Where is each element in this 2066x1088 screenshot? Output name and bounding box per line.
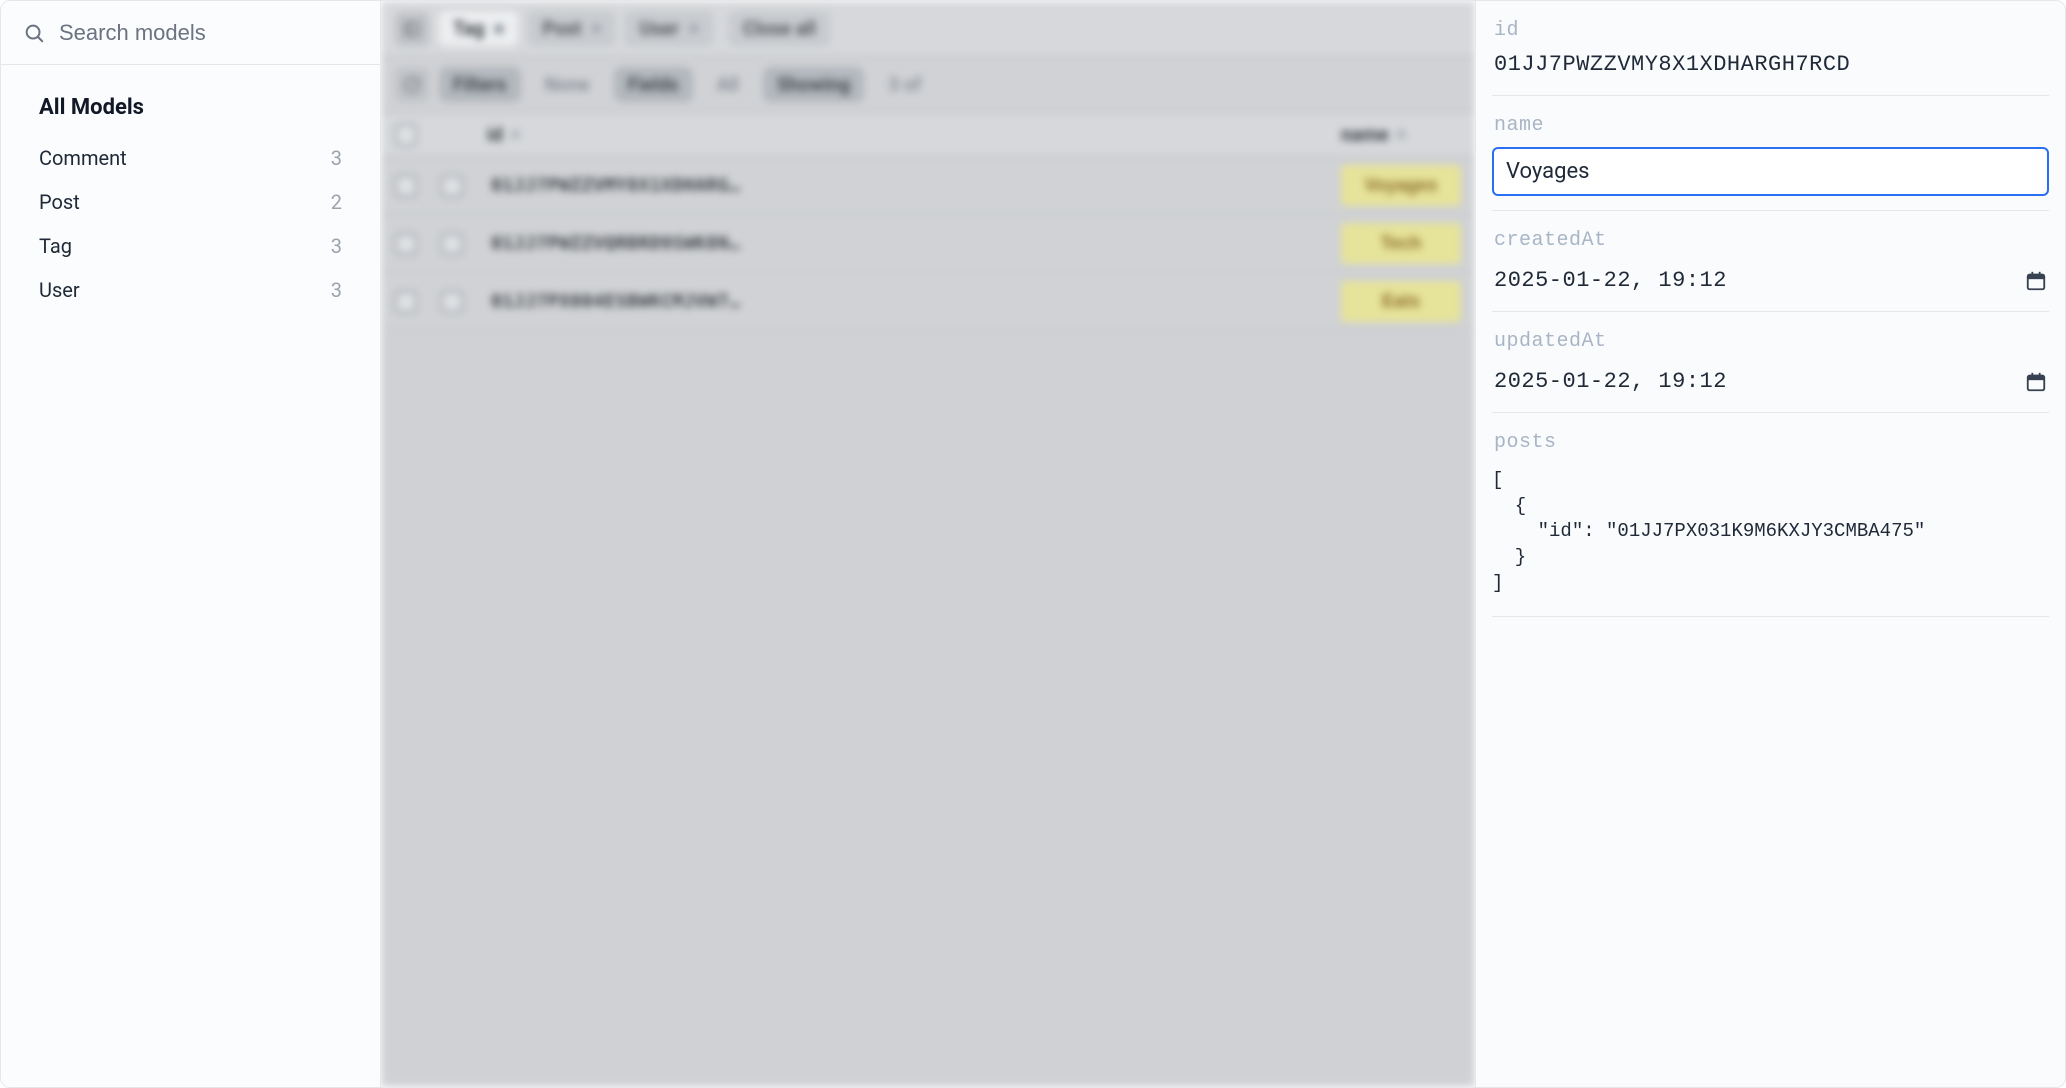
column-header-name[interactable]: name [1341, 123, 1389, 146]
created-at-value: 2025-01-22, 19:12 [1494, 268, 1727, 293]
cell-name: Eats [1341, 281, 1461, 322]
toolbar: Filters None Fields All Showing 3 of [381, 57, 1475, 113]
tab-user[interactable]: User × [625, 11, 712, 46]
field-label-id: id [1492, 1, 2049, 52]
sidebar-item-post[interactable]: Post 2 [17, 180, 364, 224]
close-all-button[interactable]: Close all [729, 11, 830, 46]
sort-indicator: A [511, 127, 520, 143]
search-row [1, 1, 380, 65]
refresh-icon[interactable] [395, 68, 429, 102]
models-block: All Models Comment 3 Post 2 Tag 3 User 3 [1, 65, 380, 312]
panel-toggle-icon[interactable] [395, 12, 429, 46]
fields-button[interactable]: Fields [614, 67, 693, 102]
row-checkbox[interactable] [395, 175, 417, 197]
tab-label: User [639, 17, 678, 40]
sidebar-item-comment[interactable]: Comment 3 [17, 136, 364, 180]
sidebar-item-label: Tag [39, 234, 72, 258]
field-label-updated: updatedAt [1492, 312, 2049, 363]
calendar-icon [2025, 270, 2047, 292]
tab-post[interactable]: Post × [528, 11, 615, 46]
data-grid-blur-layer: Tag Post × User × Close all [381, 1, 1475, 1087]
tab-label: Tag [453, 17, 484, 40]
field-created-at: createdAt 2025-01-22, 19:12 [1492, 211, 2049, 312]
cell-id: 01JJ7PWZZVMY8X1XDHARG… [487, 175, 1341, 196]
field-id: id 01JJ7PWZZVMY8X1XDHARGH7RCD [1492, 1, 2049, 96]
cell-id: 01JJ7PX004ESBWKCMJVW7… [487, 291, 1341, 312]
field-updated-at: updatedAt 2025-01-22, 19:12 [1492, 312, 2049, 413]
close-icon[interactable]: × [591, 17, 601, 40]
row-checkbox[interactable] [395, 233, 417, 255]
field-label-created: createdAt [1492, 211, 2049, 262]
sidebar-item-count: 3 [331, 146, 342, 170]
cell-id: 01JJ7PWZZVQRBRD9SWK8N… [487, 233, 1341, 254]
field-posts: posts [ { "id": "01JJ7PX031K9M6KXJY3CMBA… [1492, 413, 2049, 617]
field-label-name: name [1492, 96, 2049, 147]
row-expand-icon[interactable] [441, 175, 463, 197]
sidebar-item-tag[interactable]: Tag 3 [17, 224, 364, 268]
sidebar-item-count: 2 [331, 190, 342, 214]
sidebar-item-user[interactable]: User 3 [17, 268, 364, 312]
fields-value: All [703, 67, 753, 102]
row-expand-icon[interactable] [441, 291, 463, 313]
all-models-heading: All Models [17, 89, 364, 136]
sidebar-item-label: Comment [39, 146, 127, 170]
row-checkbox[interactable] [395, 291, 417, 313]
close-icon[interactable]: × [689, 17, 699, 40]
showing-value: 3 of [874, 67, 935, 102]
row-expand-icon[interactable] [441, 233, 463, 255]
sidebar-item-label: User [39, 278, 80, 302]
sidebar: All Models Comment 3 Post 2 Tag 3 User 3 [1, 1, 381, 1087]
created-at-input[interactable]: 2025-01-22, 19:12 [1492, 262, 2049, 311]
table-row[interactable]: 01JJ7PX004ESBWKCMJVW7… Eats [381, 273, 1475, 331]
sidebar-item-count: 3 [331, 234, 342, 258]
sidebar-item-count: 3 [331, 278, 342, 302]
calendar-icon [2025, 371, 2047, 393]
sort-indicator: A [1397, 127, 1406, 143]
sidebar-item-label: Post [39, 190, 80, 214]
field-name: name [1492, 96, 2049, 211]
field-value-id: 01JJ7PWZZVMY8X1XDHARGH7RCD [1492, 52, 2049, 95]
details-panel: id 01JJ7PWZZVMY8X1XDHARGH7RCD name creat… [1475, 1, 2065, 1087]
filters-button[interactable]: Filters [439, 67, 521, 102]
name-input[interactable] [1492, 147, 2049, 196]
grid-header: id A name A [381, 113, 1475, 157]
dirty-dot-icon [494, 24, 504, 34]
tab-tag[interactable]: Tag [439, 11, 518, 46]
select-all-checkbox[interactable] [395, 124, 417, 146]
search-input[interactable] [59, 20, 358, 46]
updated-at-input[interactable]: 2025-01-22, 19:12 [1492, 363, 2049, 412]
posts-value: [ { "id": "01JJ7PX031K9M6KXJY3CMBA475" }… [1492, 464, 2049, 616]
tab-label: Post [542, 17, 581, 40]
cell-name: Tech [1341, 223, 1461, 264]
table-row[interactable]: 01JJ7PWZZVMY8X1XDHARG… Voyages [381, 157, 1475, 215]
search-icon [23, 22, 45, 44]
table-row[interactable]: 01JJ7PWZZVQRBRD9SWK8N… Tech [381, 215, 1475, 273]
showing-button[interactable]: Showing [763, 67, 864, 102]
app-frame: All Models Comment 3 Post 2 Tag 3 User 3 [0, 0, 2066, 1088]
updated-at-value: 2025-01-22, 19:12 [1494, 369, 1727, 394]
data-grid-panel: Tag Post × User × Close all [381, 1, 1475, 1087]
cell-name: Voyages [1341, 165, 1461, 206]
close-all-label: Close all [743, 17, 816, 40]
column-header-id[interactable]: id [487, 123, 503, 146]
filters-value: None [531, 67, 604, 102]
tab-bar: Tag Post × User × Close all [381, 1, 1475, 57]
field-label-posts: posts [1492, 413, 2049, 464]
